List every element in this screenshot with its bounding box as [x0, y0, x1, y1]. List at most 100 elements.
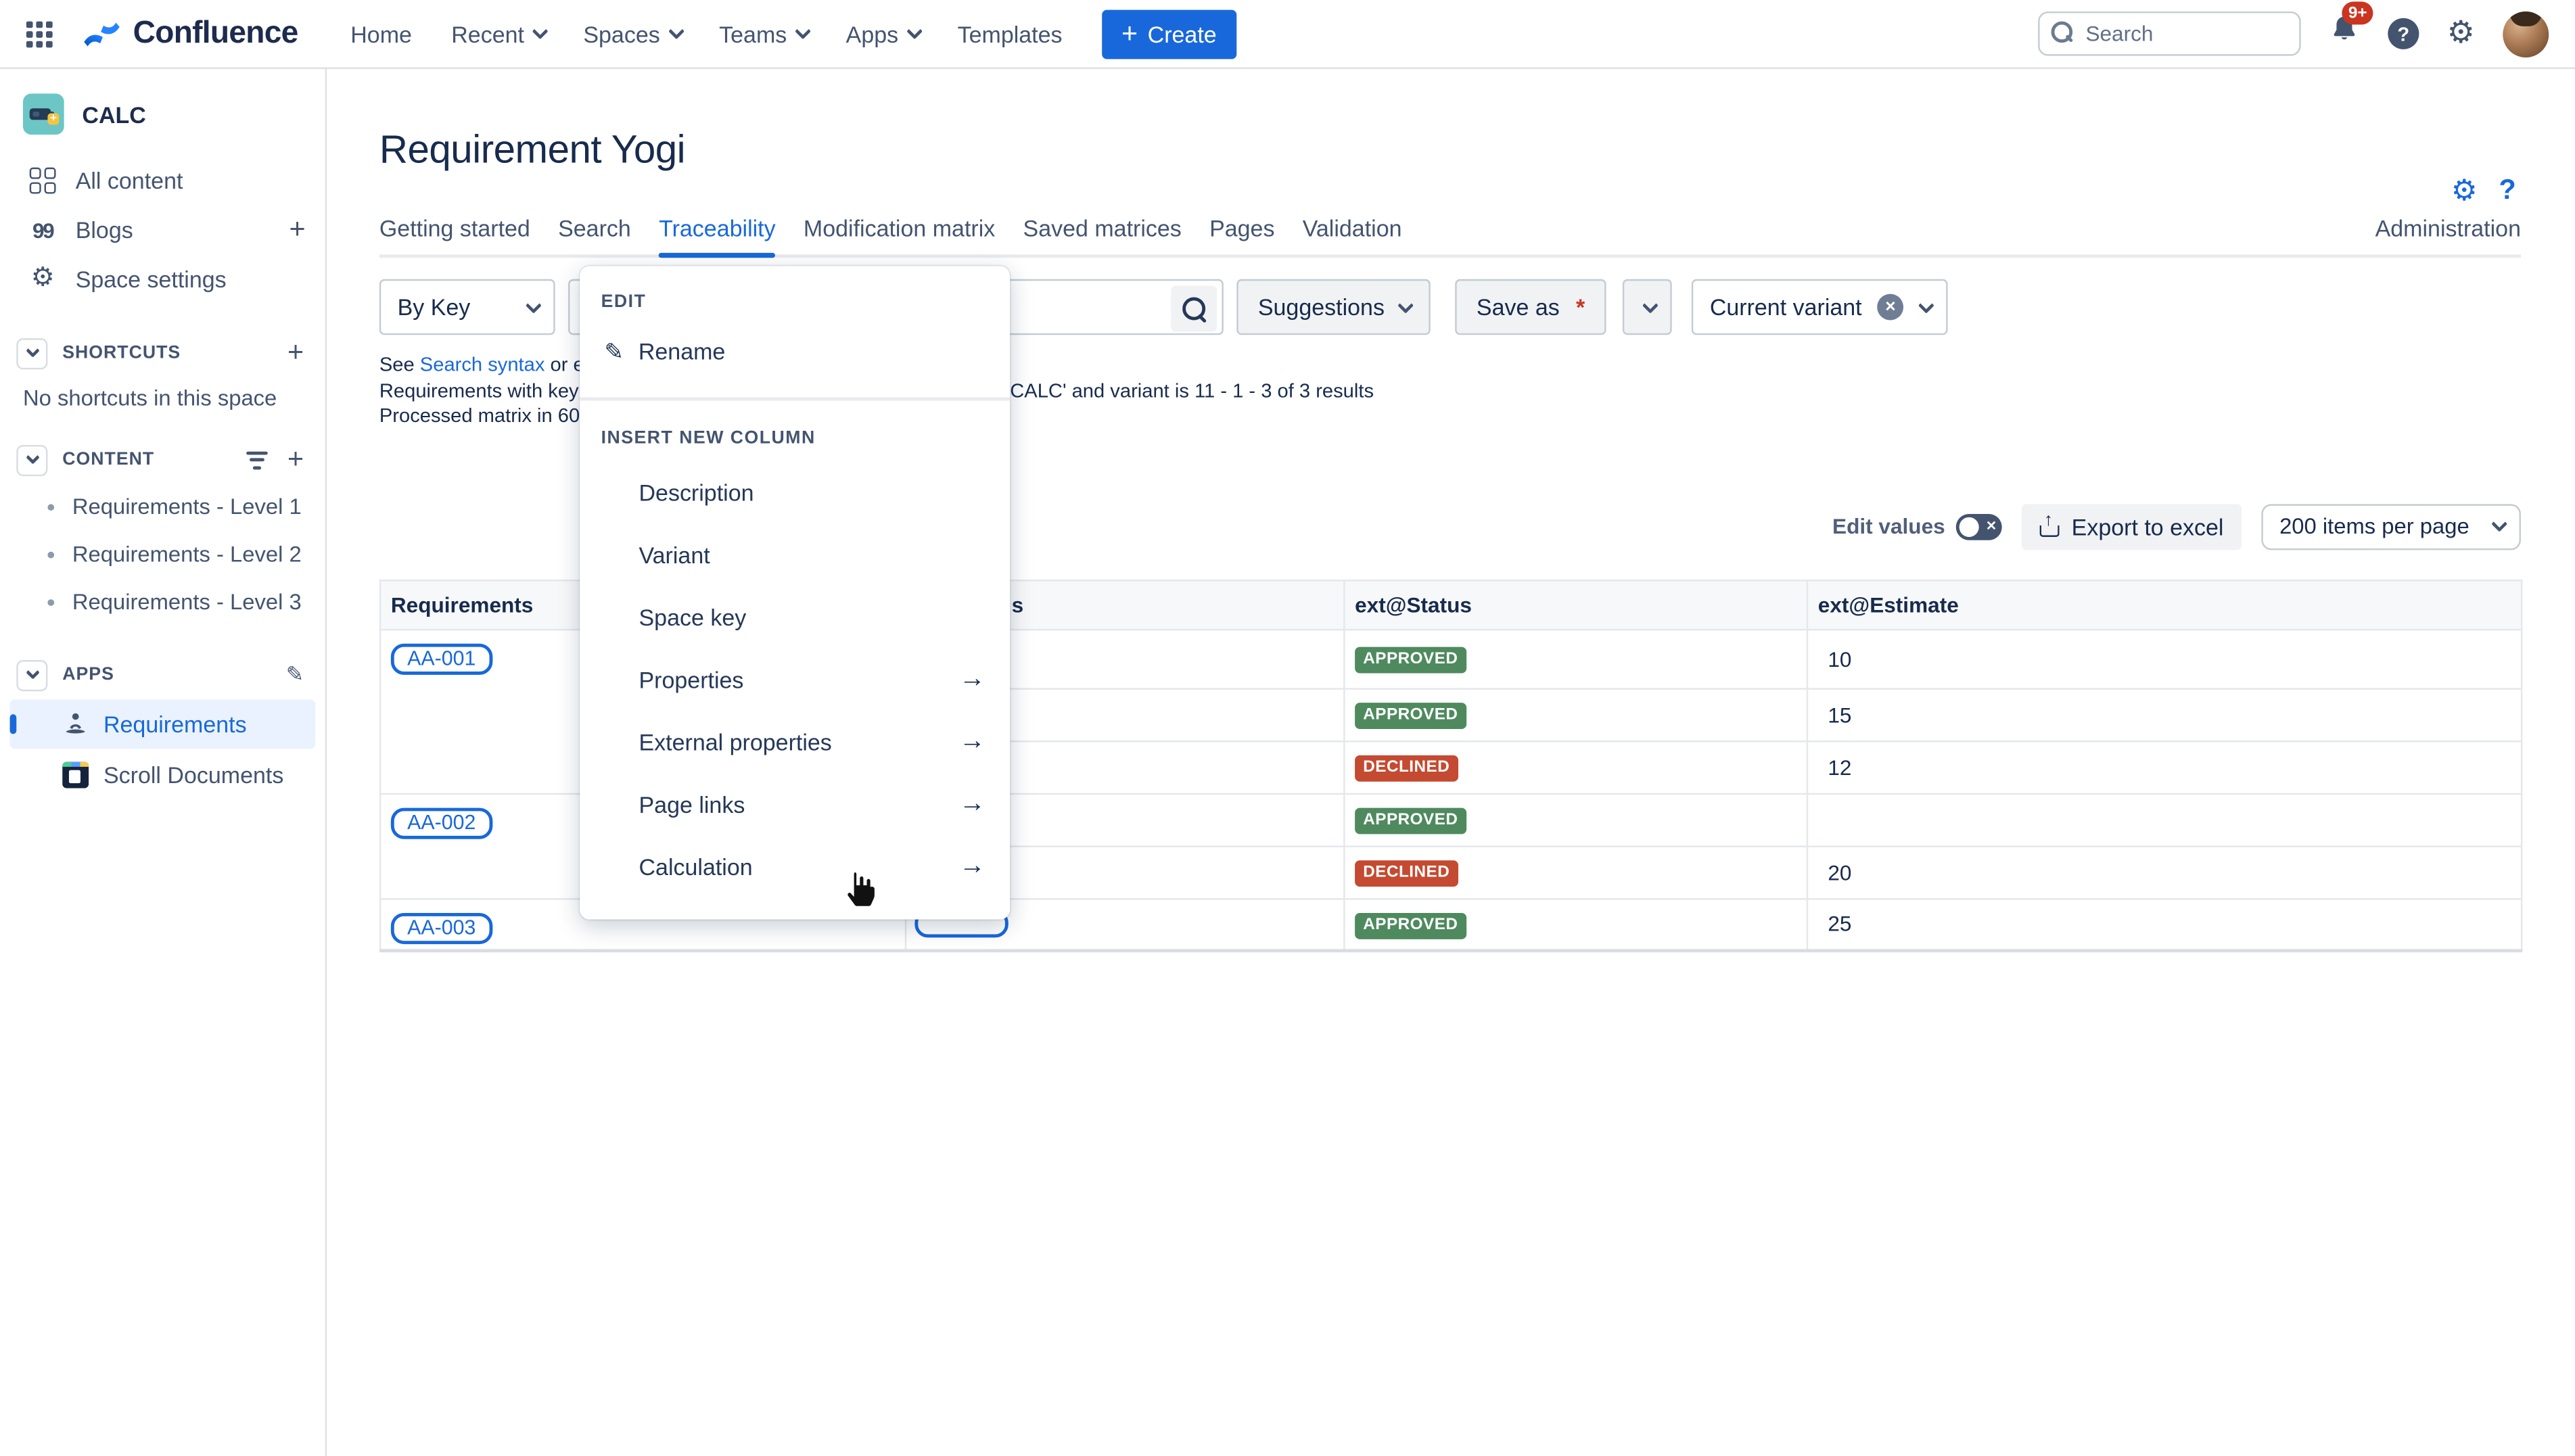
items-per-page-select[interactable]: 200 items per page — [2261, 503, 2521, 549]
menu-item-description[interactable]: Description — [580, 461, 1010, 523]
battery-plus-icon: + — [47, 114, 59, 125]
status-badge: DECLINED — [1355, 755, 1458, 781]
global-search-input[interactable] — [2038, 11, 2300, 56]
bullet-icon — [47, 551, 54, 558]
sidebar-item-space-settings[interactable]: ⚙ Space settings — [0, 254, 325, 304]
search-icon — [1182, 297, 1205, 320]
requirement-pill-aa-001[interactable]: AA-001 — [391, 643, 492, 674]
nav-item-templates[interactable]: Templates — [958, 20, 1063, 47]
global-search — [2038, 11, 2300, 56]
nav-item-recent[interactable]: Recent — [451, 20, 544, 47]
collapse-apps-button[interactable] — [16, 659, 47, 690]
menu-item-space-key[interactable]: Space key — [580, 586, 1010, 649]
search-submit-button[interactable] — [1171, 285, 1217, 331]
notifications-button[interactable]: 9+ — [2329, 13, 2360, 54]
collapse-shortcuts-button[interactable] — [16, 337, 47, 369]
chevron-down-icon — [795, 23, 811, 39]
tab-search[interactable]: Search — [558, 215, 631, 241]
top-nav-items: Home Recent Spaces Teams Apps Templates — [350, 20, 1062, 47]
help-button[interactable]: ? — [2388, 18, 2419, 49]
add-blog-icon[interactable]: + — [289, 214, 305, 247]
variant-select[interactable]: Current variant × — [1692, 279, 1948, 335]
column-header-ext-status[interactable]: ext@Status — [1344, 580, 1807, 629]
status-badge: APPROVED — [1355, 647, 1466, 673]
chevron-down-icon — [668, 23, 685, 39]
add-shortcut-icon[interactable]: + — [287, 337, 304, 370]
status-badge: APPROVED — [1355, 807, 1466, 834]
edit-apps-pencil-icon[interactable]: ✎ — [286, 661, 304, 688]
apps-title: APPS — [62, 665, 285, 684]
menu-divider — [580, 398, 1010, 401]
menu-section-edit: EDIT — [601, 292, 1011, 312]
chevron-down-icon — [1397, 297, 1414, 313]
logo-text: Confluence — [133, 16, 298, 51]
tab-getting-started[interactable]: Getting started — [379, 215, 530, 241]
filter-icon[interactable] — [245, 446, 268, 473]
sidebar-app-requirements[interactable]: Requirements — [10, 699, 316, 749]
save-as-dropdown-button[interactable] — [1623, 279, 1672, 335]
requirement-pill-aa-003[interactable]: AA-003 — [391, 912, 492, 943]
chevron-down-icon — [532, 23, 549, 39]
question-icon: ? — [2397, 22, 2409, 45]
collapse-content-button[interactable] — [16, 444, 47, 475]
space-header[interactable]: + CALC — [0, 69, 325, 156]
pencil-icon: ✎ — [605, 340, 624, 363]
tab-traceability[interactable]: Traceability — [659, 215, 776, 241]
user-avatar[interactable] — [2503, 11, 2549, 57]
tab-pages[interactable]: Pages — [1209, 215, 1274, 241]
plus-icon: + — [1121, 20, 1138, 47]
create-button[interactable]: + Create — [1102, 9, 1236, 58]
top-nav-right: 9+ ? ⚙ — [2038, 11, 2549, 57]
scroll-documents-icon — [62, 762, 89, 789]
sidebar-page-requirements-level-1[interactable]: Requirements - Level 1 — [0, 483, 325, 530]
nav-item-apps[interactable]: Apps — [846, 20, 919, 47]
confluence-mark-icon — [82, 19, 121, 49]
edit-values-toggle[interactable] — [1957, 513, 2003, 540]
requirement-pill-aa-002[interactable]: AA-002 — [391, 807, 492, 838]
confluence-window: Confluence Home Recent Spaces Teams Apps… — [0, 0, 2575, 1456]
save-as-button[interactable]: Save as * — [1455, 279, 1606, 335]
chevron-down-icon — [25, 450, 39, 465]
sidebar-item-all-content[interactable]: All content — [0, 156, 325, 206]
add-content-icon[interactable]: + — [287, 444, 304, 477]
suggestions-button[interactable]: Suggestions — [1236, 279, 1431, 335]
column-header-ext-estimate[interactable]: ext@Estimate — [1807, 580, 2522, 629]
administration-link[interactable]: Administration — [2375, 215, 2521, 241]
matrix-settings-gear-icon[interactable]: ⚙ — [2451, 176, 2478, 206]
tab-saved-matrices[interactable]: Saved matrices — [1023, 215, 1182, 241]
search-mode-select[interactable]: By Key — [379, 279, 555, 335]
menu-item-page-links[interactable]: Page links→ — [580, 774, 1010, 836]
menu-item-properties[interactable]: Properties→ — [580, 649, 1010, 711]
nav-item-home[interactable]: Home — [350, 20, 412, 47]
apps-section-header: APPS ✎ — [0, 652, 325, 698]
required-asterisk: * — [1576, 294, 1585, 321]
menu-item-rename[interactable]: ✎ Rename — [580, 325, 1010, 378]
sidebar-item-blogs[interactable]: 99 Blogs + — [0, 206, 325, 255]
status-badge: DECLINED — [1355, 860, 1458, 887]
sidebar-app-scroll-documents[interactable]: Scroll Documents — [10, 751, 316, 800]
tab-modification-matrix[interactable]: Modification matrix — [804, 215, 995, 241]
chevron-down-icon — [1918, 297, 1934, 313]
confluence-logo[interactable]: Confluence — [82, 16, 298, 51]
menu-item-variant[interactable]: Variant — [580, 524, 1010, 586]
status-badge: APPROVED — [1355, 703, 1466, 729]
estimate-cell: 10 — [1807, 629, 2522, 688]
menu-item-calculation[interactable]: Calculation→ — [580, 836, 1010, 898]
space-name: CALC — [82, 101, 145, 127]
sidebar-page-requirements-level-2[interactable]: Requirements - Level 2 — [0, 530, 325, 578]
chevron-down-icon — [25, 344, 39, 358]
shortcuts-section-header: SHORTCUTS + — [0, 330, 325, 376]
export-to-excel-button[interactable]: Export to excel — [2022, 503, 2242, 549]
search-syntax-link[interactable]: Search syntax — [420, 353, 545, 376]
estimate-cell — [1807, 793, 2522, 846]
app-switcher-icon[interactable] — [26, 20, 53, 47]
nav-item-teams[interactable]: Teams — [719, 20, 806, 47]
menu-item-external-properties[interactable]: External properties→ — [580, 711, 1010, 773]
nav-item-spaces[interactable]: Spaces — [583, 20, 680, 47]
tab-validation[interactable]: Validation — [1303, 215, 1402, 241]
help-question-icon[interactable]: ? — [2499, 174, 2515, 207]
settings-gear-icon[interactable]: ⚙ — [2447, 18, 2475, 49]
clear-variant-icon[interactable]: × — [1877, 294, 1903, 321]
submenu-arrow-icon: → — [959, 728, 985, 757]
sidebar-page-requirements-level-3[interactable]: Requirements - Level 3 — [0, 578, 325, 626]
